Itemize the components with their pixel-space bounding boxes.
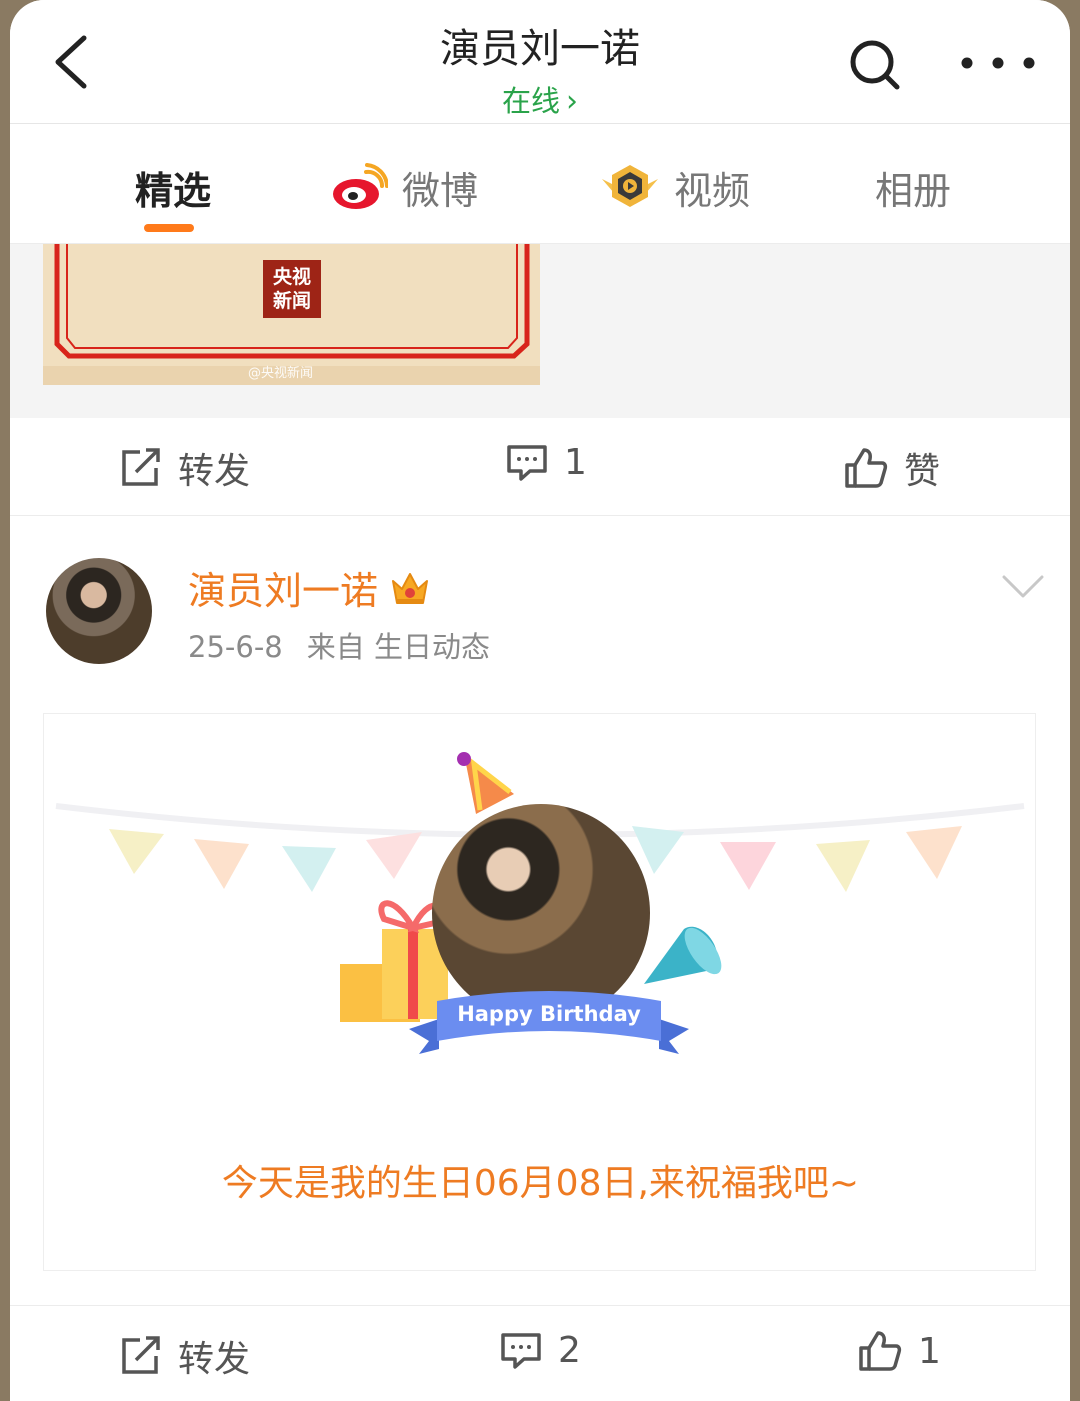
profile-page: 演员刘一诺 在线 › 精选 微博 视频 相册 央视 新闻 @央视新闻 转发 1 … [10, 0, 1070, 1401]
repost-button[interactable]: 转发 [120, 442, 250, 494]
comment-button[interactable]: 2 [500, 1330, 581, 1371]
top-bar: 演员刘一诺 在线 › [10, 0, 1070, 124]
repost-icon [122, 1336, 160, 1374]
chevron-right-icon: › [566, 84, 578, 119]
active-tab-indicator [144, 224, 194, 232]
tab-video[interactable]: 视频 [600, 162, 751, 213]
thumbs-up-icon [845, 448, 888, 488]
ribbon-text: Happy Birthday [457, 1002, 641, 1026]
video-badge-icon [602, 165, 658, 207]
like-label: 赞 [904, 451, 941, 492]
previous-post-media: 央视 新闻 @央视新闻 [10, 244, 1070, 418]
tab-bar: 精选 微博 视频 相册 [10, 124, 1070, 244]
image-watermark: @央视新闻 [248, 366, 314, 381]
post-source: 来自 生日动态 [306, 630, 490, 664]
crown-badge-icon [392, 572, 429, 604]
author-name[interactable]: 演员刘一诺 [188, 560, 430, 615]
like-button[interactable]: 1 [858, 1330, 941, 1372]
post-header: 演员刘一诺 25-6-8 来自 生日动态 [10, 518, 1070, 688]
weibo-logo-icon [333, 163, 388, 209]
comment-icon [501, 1332, 541, 1369]
cctv-news-badge: 央视 新闻 [263, 260, 321, 318]
post-date: 25-6-8 [188, 630, 283, 664]
thumbs-up-icon [859, 1331, 902, 1371]
like-count: 1 [918, 1330, 941, 1372]
badge-line-1: 央视 [272, 266, 311, 288]
page-title: 演员刘一诺 [440, 26, 640, 72]
badge-line-2: 新闻 [272, 290, 311, 312]
comment-icon [507, 444, 547, 481]
author-name-text: 演员刘一诺 [188, 569, 379, 613]
like-button[interactable]: 赞 [844, 442, 940, 494]
search-icon[interactable] [846, 36, 902, 92]
repost-label: 转发 [178, 451, 251, 492]
chevron-down-icon[interactable] [1002, 574, 1044, 600]
news-image[interactable]: 央视 新闻 @央视新闻 [43, 244, 540, 385]
birthday-ribbon: Happy Birthday [409, 991, 689, 1054]
repost-icon [122, 448, 160, 486]
repost-label: 转发 [178, 1339, 251, 1380]
birthday-message: 今天是我的生日06月08日,来祝福我吧~ [221, 1163, 860, 1204]
birthday-card[interactable]: Happy Birthday 今天是我的生日06月08日,来祝福我吧~ [43, 713, 1036, 1271]
tab-video-label: 视频 [674, 168, 751, 213]
comment-count: 1 [564, 442, 587, 483]
online-status[interactable]: 在线 › [10, 78, 1070, 120]
online-status-label: 在线 [501, 84, 560, 118]
post-meta: 25-6-8 来自 生日动态 [188, 624, 490, 666]
author-avatar[interactable] [46, 558, 152, 664]
tab-album[interactable]: 相册 [875, 162, 951, 213]
tab-weibo-label: 微博 [402, 168, 479, 213]
post-actions: 转发 2 1 [10, 1305, 1070, 1401]
tab-weibo[interactable]: 微博 [332, 162, 479, 213]
repost-button[interactable]: 转发 [120, 1330, 250, 1382]
comment-count: 2 [558, 1330, 581, 1371]
more-options-icon[interactable] [955, 48, 1041, 78]
comment-button[interactable]: 1 [506, 442, 587, 483]
tab-featured[interactable]: 精选 [135, 162, 211, 213]
previous-post-actions: 转发 1 赞 [10, 418, 1070, 516]
